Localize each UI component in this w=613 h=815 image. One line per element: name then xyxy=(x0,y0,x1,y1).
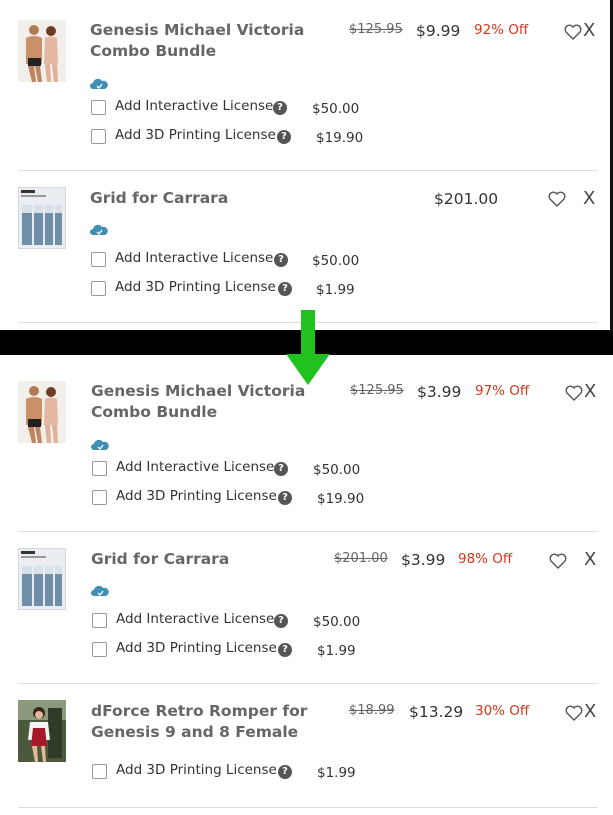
cart-item: Grid for Carrara $201.00 $3.99 98% Off X… xyxy=(18,532,598,684)
cloud-icon xyxy=(91,585,109,596)
license-price: $50.00 xyxy=(312,101,360,117)
down-arrow-icon xyxy=(286,310,330,385)
original-price: $125.95 xyxy=(349,22,403,37)
license-checkbox[interactable] xyxy=(92,642,107,657)
cart-item: Genesis Michael Victoria Combo Bundle $1… xyxy=(18,0,598,171)
product-name[interactable]: Grid for Carrara xyxy=(91,549,321,570)
license-price: $50.00 xyxy=(313,462,361,478)
heart-icon[interactable] xyxy=(565,705,583,721)
license-label[interactable]: Add Interactive License xyxy=(115,98,273,114)
product-thumbnail[interactable] xyxy=(18,700,66,762)
product-name[interactable]: Grid for Carrara xyxy=(90,188,320,209)
sale-price: $3.99 xyxy=(417,383,462,401)
cloud-icon xyxy=(91,439,109,450)
cart-after-panel: Genesis Michael Victoria Combo Bundle $1… xyxy=(0,355,613,815)
license-checkbox[interactable] xyxy=(91,100,106,115)
license-checkbox[interactable] xyxy=(92,461,107,476)
product-thumbnail[interactable] xyxy=(18,187,66,249)
original-price: $18.99 xyxy=(349,703,395,718)
help-icon[interactable]: ? xyxy=(278,643,292,657)
license-price: $19.90 xyxy=(316,130,364,146)
license-option: Add 3D Printing License ? $1.99 xyxy=(92,762,392,784)
remove-item-button[interactable]: X xyxy=(584,381,596,402)
discount-label: 30% Off xyxy=(475,703,530,719)
help-icon[interactable]: ? xyxy=(278,282,292,296)
original-price: $125.95 xyxy=(350,383,404,398)
license-price: $1.99 xyxy=(316,282,355,298)
original-price: $201.00 xyxy=(334,551,388,566)
help-icon[interactable]: ? xyxy=(273,101,287,115)
license-label[interactable]: Add 3D Printing License xyxy=(115,279,276,295)
license-price: $1.99 xyxy=(317,643,356,659)
cloud-icon xyxy=(90,224,108,235)
license-option: Add Interactive License ? $50.00 xyxy=(91,250,391,272)
license-option: Add Interactive License ? $50.00 xyxy=(92,611,392,633)
license-label[interactable]: Add Interactive License xyxy=(116,611,274,627)
license-label[interactable]: Add 3D Printing License xyxy=(115,127,276,143)
discount-label: 98% Off xyxy=(458,551,513,567)
help-icon[interactable]: ? xyxy=(278,765,292,779)
heart-icon[interactable] xyxy=(564,24,582,40)
license-price: $19.90 xyxy=(317,491,365,507)
sale-price: $201.00 xyxy=(434,190,499,208)
license-option: Add 3D Printing License ? $19.90 xyxy=(92,488,392,510)
product-name[interactable]: Genesis Michael Victoria Combo Bundle xyxy=(90,20,320,62)
product-thumbnail[interactable] xyxy=(18,381,66,443)
sale-price: $3.99 xyxy=(401,551,446,569)
product-name[interactable]: Genesis Michael Victoria Combo Bundle xyxy=(91,381,321,423)
sale-price: $9.99 xyxy=(416,22,461,40)
license-checkbox[interactable] xyxy=(92,764,107,779)
discount-label: 92% Off xyxy=(474,22,529,38)
sale-price: $13.29 xyxy=(409,703,464,721)
cloud-icon xyxy=(90,78,108,89)
cart-before-panel: Genesis Michael Victoria Combo Bundle $1… xyxy=(0,0,613,330)
license-checkbox[interactable] xyxy=(91,281,106,296)
license-option: Add 3D Printing License ? $1.99 xyxy=(92,640,392,662)
help-icon[interactable]: ? xyxy=(278,491,292,505)
license-label[interactable]: Add 3D Printing License xyxy=(116,488,277,504)
license-option: Add 3D Printing License ? $1.99 xyxy=(91,279,391,301)
product-name[interactable]: dForce Retro Romper for Genesis 9 and 8 … xyxy=(91,701,321,743)
license-checkbox[interactable] xyxy=(91,252,106,267)
license-label[interactable]: Add Interactive License xyxy=(116,459,274,475)
license-checkbox[interactable] xyxy=(92,613,107,628)
license-label[interactable]: Add 3D Printing License xyxy=(116,640,277,656)
license-price: $1.99 xyxy=(317,765,356,781)
help-icon[interactable]: ? xyxy=(277,130,291,144)
license-option: Add 3D Printing License ? $19.90 xyxy=(91,127,391,149)
item-divider xyxy=(18,807,598,808)
license-label[interactable]: Add 3D Printing License xyxy=(116,762,277,778)
heart-icon[interactable] xyxy=(548,191,566,207)
license-option: Add Interactive License ? $50.00 xyxy=(92,459,392,481)
license-price: $50.00 xyxy=(313,614,361,630)
remove-item-button[interactable]: X xyxy=(583,188,595,209)
help-icon[interactable]: ? xyxy=(274,462,288,476)
license-option: Add Interactive License ? $50.00 xyxy=(91,98,391,120)
license-price: $50.00 xyxy=(312,253,360,269)
license-label[interactable]: Add Interactive License xyxy=(115,250,273,266)
heart-icon[interactable] xyxy=(549,553,567,569)
cart-item: dForce Retro Romper for Genesis 9 and 8 … xyxy=(18,684,598,808)
license-checkbox[interactable] xyxy=(92,490,107,505)
product-thumbnail[interactable] xyxy=(18,548,66,610)
license-checkbox[interactable] xyxy=(91,129,106,144)
product-thumbnail[interactable] xyxy=(18,20,66,82)
heart-icon[interactable] xyxy=(565,385,583,401)
help-icon[interactable]: ? xyxy=(274,614,288,628)
remove-item-button[interactable]: X xyxy=(583,20,595,41)
remove-item-button[interactable]: X xyxy=(584,549,596,570)
cart-item: Grid for Carrara $201.00 X Add Interacti… xyxy=(18,171,598,323)
remove-item-button[interactable]: X xyxy=(584,701,596,722)
help-icon[interactable]: ? xyxy=(274,253,288,267)
discount-label: 97% Off xyxy=(475,383,530,399)
